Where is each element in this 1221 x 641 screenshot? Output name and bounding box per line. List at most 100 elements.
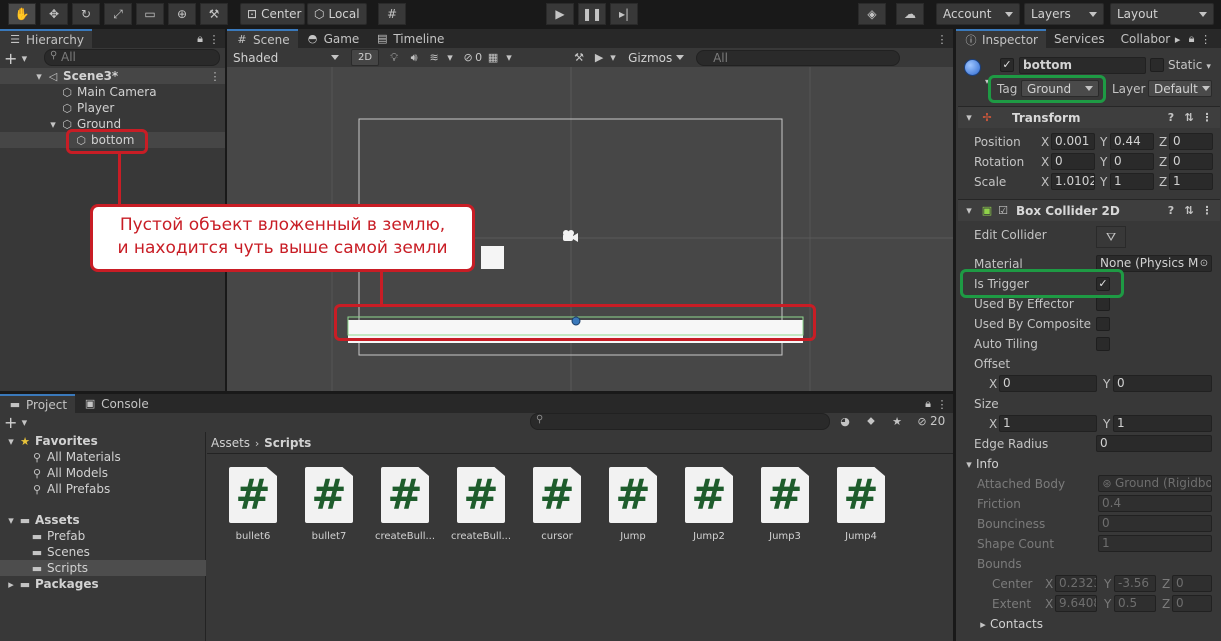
script-asset[interactable]: # Jump2 [671,467,747,542]
script-asset[interactable]: # bullet7 [291,467,367,542]
breadcrumb-scripts[interactable]: Scripts [264,436,311,450]
tab-scene[interactable]: # Scene [227,29,298,48]
play-button[interactable]: ▶ [546,3,574,25]
object-icon[interactable] [964,59,981,76]
size-x-field[interactable]: 1 [999,415,1097,432]
script-asset[interactable]: # Jump [595,467,671,542]
size-y-field[interactable]: 1 [1113,415,1212,432]
tab-hierarchy[interactable]: ☰ Hierarchy [0,29,93,48]
audio-icon[interactable]: 🔊︎ [407,51,421,65]
lock-icon[interactable]: 🔒︎ [921,397,935,411]
scene-row[interactable]: ▾ ◁ Scene3* ⋮ [32,68,222,84]
offset-x-field[interactable]: 0 [999,375,1097,392]
favorite-all-models[interactable]: ⚲ All Models [30,465,108,481]
script-asset[interactable]: # cursor [519,467,595,542]
enabled-check-icon[interactable]: ☑ [996,204,1010,218]
effects-icon[interactable]: ≋ [427,51,441,65]
position-z-field[interactable]: 0 [1169,133,1213,150]
light-icon[interactable]: 💡︎ [387,51,401,65]
add-button[interactable]: + ▾ [4,49,31,68]
player-sprite[interactable] [481,246,504,269]
packages-node[interactable]: ▸ ▬ Packages [4,576,98,592]
transform-header[interactable]: ▾ ✢ Transform ? ⇅ ⋮ [958,106,1220,128]
tab-services[interactable]: Services [1046,29,1113,48]
used-by-composite-checkbox[interactable] [1096,317,1110,331]
menu-icon[interactable]: ⋮ [935,397,949,411]
preset-icon[interactable]: ⇅ [1182,111,1196,125]
menu-icon[interactable]: ⋮ [935,32,949,46]
scroll-tabs-icon[interactable]: ▸ [1171,32,1185,46]
lock-icon[interactable]: 🔒︎ [193,32,207,46]
menu-icon[interactable]: ⋮ [207,32,221,46]
filter-label-icon[interactable]: ⬥ [864,414,878,428]
hand-tool-icon[interactable]: ✋ [8,3,36,25]
scale-x-field[interactable]: 1.0102 [1051,173,1095,190]
tab-timeline[interactable]: ▤ Timeline [367,29,452,48]
script-asset[interactable]: # createBull... [443,467,519,542]
project-add-button[interactable]: + ▾ [4,413,31,432]
favorite-all-materials[interactable]: ⚲ All Materials [30,449,121,465]
contacts-foldout[interactable]: ▸ Contacts [976,616,1043,632]
script-asset[interactable]: # Jump4 [823,467,899,542]
lock-icon[interactable]: 🔒︎ [1185,32,1199,46]
scale-tool-icon[interactable]: ⤢ [104,3,132,25]
favorite-icon[interactable]: ★ [890,414,904,428]
grid-snap-icon[interactable]: # [378,3,406,25]
layout-dropdown[interactable]: Layout [1110,3,1214,25]
cloud-icon[interactable]: ☁ [896,3,924,25]
assets-node[interactable]: ▾ ▬ Assets [4,512,79,528]
layers-dropdown[interactable]: Layers [1024,3,1104,25]
script-asset[interactable]: # bullet6 [215,467,291,542]
edit-collider-button[interactable]: ⛛ [1096,226,1126,248]
script-asset[interactable]: # Jump3 [747,467,823,542]
used-by-effector-checkbox[interactable] [1096,297,1110,311]
position-y-field[interactable]: 0.44 [1110,133,1154,150]
box-collider-header[interactable]: ▾ ▣ ☑ Box Collider 2D ? ⇅ ⋮ [958,199,1220,221]
project-search[interactable] [530,413,830,430]
space-toggle[interactable]: ⬡ Local [307,3,367,25]
camera-icon[interactable]: ▶︎ [592,51,606,65]
hierarchy-item-player[interactable]: ⬡ Player [60,100,114,116]
folder-prefab[interactable]: ▬ Prefab [30,528,85,544]
hierarchy-search[interactable]: All [44,49,220,66]
menu-icon[interactable]: ⋮ [208,69,222,83]
help-icon[interactable]: ? [1164,111,1178,125]
dropdown-arrow-icon[interactable]: ▾ [1206,62,1211,72]
grid-toggle-icon[interactable]: ▦ [486,51,500,65]
tab-project[interactable]: ▬ Project [0,394,76,413]
scene-search[interactable]: All [696,49,901,66]
dropdown-arrow-icon[interactable]: ▾ [502,51,516,65]
transform-tool-icon[interactable]: ⊕ [168,3,196,25]
object-name-field[interactable]: bottom [1019,57,1146,74]
info-foldout[interactable]: ▾ Info [962,456,998,472]
rotation-y-field[interactable]: 0 [1110,153,1154,170]
menu-icon[interactable]: ⋮ [1200,111,1214,125]
dropdown-arrow-icon[interactable]: ▾ [606,51,620,65]
hierarchy-item-main-camera[interactable]: ⬡ Main Camera [60,84,156,100]
tab-collaborate[interactable]: Collabora [1113,29,1171,48]
active-checkbox[interactable]: ✓ [1000,58,1014,72]
object-picker-icon[interactable]: ⊙ [1197,256,1211,270]
folder-scripts[interactable]: ▬ Scripts [30,560,88,576]
scale-z-field[interactable]: 1 [1169,173,1213,190]
favorite-all-prefabs[interactable]: ⚲ All Prefabs [30,481,110,497]
dropdown-arrow-icon[interactable]: ▾ [443,51,457,65]
preset-icon[interactable]: ⇅ [1182,204,1196,218]
script-asset[interactable]: # createBull... [367,467,443,542]
visibility-icon[interactable]: ⊘ [915,414,929,428]
offset-y-field[interactable]: 0 [1113,375,1212,392]
rotate-tool-icon[interactable]: ↻ [72,3,100,25]
edge-radius-field[interactable]: 0 [1096,435,1212,452]
layer-dropdown[interactable]: Default [1148,80,1212,97]
static-checkbox[interactable] [1150,58,1164,72]
2d-toggle[interactable]: 2D [351,49,380,66]
tab-inspector[interactable]: ⓘ Inspector [956,29,1046,48]
rect-tool-icon[interactable]: ▭ [136,3,164,25]
custom-tool-icon[interactable]: ⚒ [200,3,228,25]
account-dropdown[interactable]: Account [936,3,1020,25]
move-tool-icon[interactable]: ✥ [40,3,68,25]
help-icon[interactable]: ? [1164,204,1178,218]
favorites-node[interactable]: ▾ ★ Favorites [4,433,97,449]
tools-icon[interactable]: ⚒ [572,51,586,65]
visibility-icon[interactable]: ⊘ [461,51,475,65]
